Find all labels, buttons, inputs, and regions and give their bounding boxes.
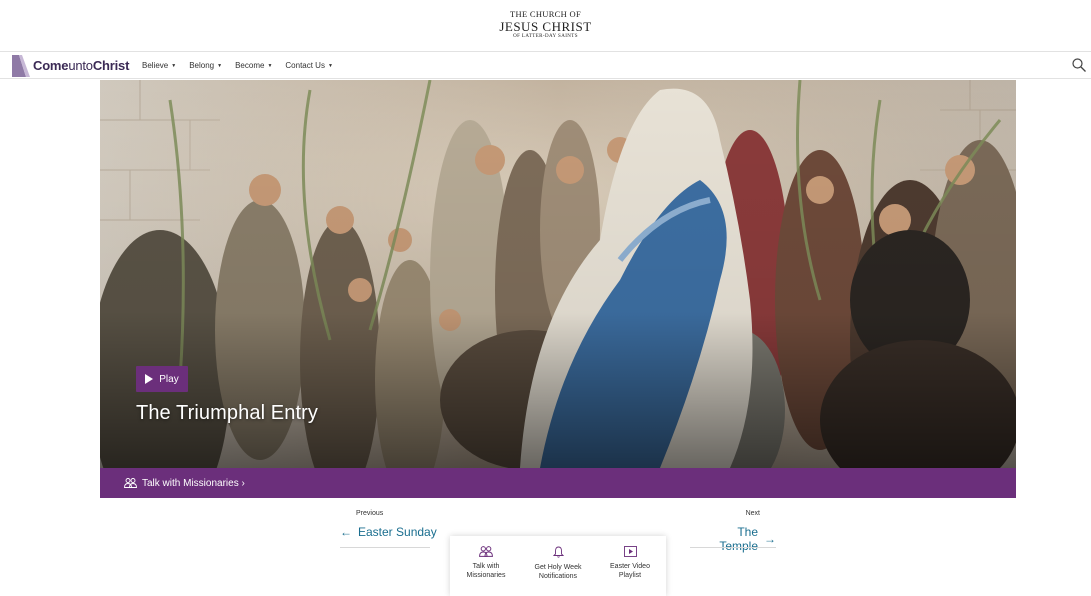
action-label-line2: Missionaries xyxy=(466,571,506,579)
action-label-line2: Notifications xyxy=(538,572,578,580)
nav-item-label: Believe xyxy=(142,61,169,70)
caret-down-icon: ▼ xyxy=(217,62,223,69)
brand-word-christ: Christ xyxy=(92,58,130,73)
hero-title: The Triumphal Entry xyxy=(136,402,318,424)
play-button[interactable]: Play xyxy=(136,366,188,392)
nav-item-label: Belong xyxy=(189,61,215,70)
search-icon[interactable] xyxy=(1071,57,1087,73)
action-label-line1: Easter Video xyxy=(610,563,650,570)
caret-down-icon: ▼ xyxy=(267,62,273,69)
play-label: Play xyxy=(159,373,179,385)
brand-word-unto: unto xyxy=(68,58,93,73)
action-label: Talk with Missionaries xyxy=(467,563,506,581)
people-icon xyxy=(479,546,493,557)
nav-item-contact-us[interactable]: Contact Us ▼ xyxy=(285,61,333,70)
action-talk-with-missionaries[interactable]: Talk with Missionaries xyxy=(454,546,518,581)
nav-item-label: Become xyxy=(235,61,265,70)
next-label: Next xyxy=(745,510,760,517)
action-holy-week-notifications[interactable]: Get Holy Week Notifications xyxy=(526,546,590,582)
action-label: Get Holy Week Notifications xyxy=(535,564,582,582)
bell-icon xyxy=(552,546,564,558)
talk-with-missionaries-bar[interactable]: Talk with Missionaries › xyxy=(100,468,1016,498)
next-title: The Temple xyxy=(719,525,758,553)
church-logo-line3: OF LATTER-DAY SAINTS xyxy=(513,33,578,39)
church-logo-line1: THE CHURCH OF xyxy=(510,9,581,19)
nav-menu: Believe ▼ Belong ▼ Become ▼ Contact Us ▼ xyxy=(142,61,333,70)
video-icon xyxy=(623,546,637,557)
action-label-line2: Playlist xyxy=(618,571,642,579)
nav-item-become[interactable]: Become ▼ xyxy=(235,61,272,70)
brand-word-come: Come xyxy=(33,58,69,73)
next-underline xyxy=(690,547,776,548)
play-icon xyxy=(145,374,154,384)
brand-logo[interactable]: ComeuntoChrist xyxy=(33,58,129,73)
main-navbar: ComeuntoChrist Believe ▼ Belong ▼ Become ▼ … xyxy=(0,51,1091,79)
caret-down-icon: ▼ xyxy=(327,62,333,69)
action-label-line1: Get Holy Week xyxy=(534,564,582,571)
floating-action-bar: Talk with Missionaries Get Holy Week Notif… xyxy=(450,536,666,596)
previous-label: Previous xyxy=(356,510,384,517)
nav-item-believe[interactable]: Believe ▼ xyxy=(142,61,176,70)
previous-nav[interactable]: Previous ← Easter Sunday xyxy=(340,510,437,539)
previous-title: Easter Sunday xyxy=(358,525,437,539)
arrow-right-icon: → xyxy=(764,532,776,546)
hero-banner[interactable]: Play The Triumphal Entry xyxy=(100,80,1016,468)
action-easter-video-playlist[interactable]: Easter Video Playlist xyxy=(598,546,662,581)
talk-with-missionaries-label: Talk with Missionaries › xyxy=(142,477,245,489)
previous-link[interactable]: ← Easter Sunday xyxy=(340,525,437,539)
nav-item-belong[interactable]: Belong ▼ xyxy=(189,61,222,70)
caret-down-icon: ▼ xyxy=(171,62,177,69)
brand-mark-icon xyxy=(12,55,30,77)
action-label: Easter Video Playlist xyxy=(610,563,650,581)
previous-underline xyxy=(340,547,430,548)
church-logo[interactable]: THE CHURCH OF JESUS CHRIST OF LATTER-DAY… xyxy=(0,10,1091,39)
church-logo-line2: JESUS CHRIST xyxy=(499,18,592,34)
next-link[interactable]: The Temple → xyxy=(700,525,776,553)
arrow-left-icon: ← xyxy=(340,525,352,539)
nav-item-label: Contact Us xyxy=(285,61,325,70)
action-label-line1: Talk with xyxy=(472,563,500,570)
people-icon xyxy=(124,478,137,488)
